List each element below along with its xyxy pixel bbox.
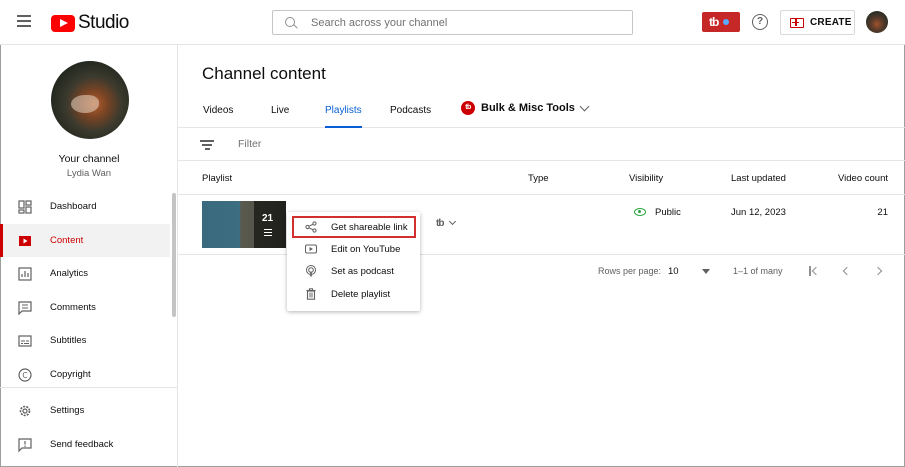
content-tabs: Videos Live Playlists Podcasts tb Bulk &…: [178, 98, 905, 128]
chevron-down-icon: [579, 101, 590, 112]
sidebar-item-send-feedback[interactable]: Send feedback: [0, 428, 170, 461]
first-page-icon[interactable]: [809, 266, 819, 276]
svg-text:C: C: [22, 370, 27, 379]
chevron-down-icon[interactable]: [448, 217, 457, 226]
menu-icon[interactable]: [17, 15, 31, 27]
comments-icon: [18, 300, 32, 315]
playlist-icon: [264, 229, 276, 237]
share-icon: [305, 221, 317, 233]
studio-logo[interactable]: Studio: [51, 12, 129, 34]
settings-icon: [19, 405, 31, 416]
filter-icon[interactable]: [200, 140, 214, 150]
copyright-icon: C: [18, 367, 32, 382]
search-icon: [285, 16, 297, 29]
tab-playlists[interactable]: Playlists: [325, 105, 362, 128]
channel-user-name: Lydia Wan: [66, 168, 112, 179]
playlist-thumbnail[interactable]: 21: [202, 201, 286, 248]
youtube-icon: [305, 244, 317, 254]
youtube-logo-icon: [51, 14, 75, 32]
search-box[interactable]: [272, 10, 633, 35]
top-header: Studio tb ? CREATE: [0, 0, 905, 45]
sidebar-divider: [0, 387, 178, 388]
create-video-icon: [790, 17, 804, 28]
column-video-count: Video count: [838, 173, 889, 184]
page-range: 1–1 of many: [733, 266, 783, 276]
menu-item-label: Get shareable link: [331, 221, 408, 233]
tab-videos[interactable]: Videos: [203, 105, 233, 128]
bulk-tools-label: Bulk & Misc Tools: [481, 102, 575, 114]
tubebuddy-row-icon[interactable]: tb: [436, 218, 445, 229]
menu-item-label: Set as podcast: [331, 265, 394, 277]
sidebar: Your channel Lydia Wan Dashboard Content…: [0, 45, 178, 467]
menu-item-label: Edit on YouTube: [331, 243, 401, 255]
page-title: Channel content: [202, 64, 326, 83]
tab-live[interactable]: Live: [271, 105, 289, 128]
subtitles-icon: [18, 334, 32, 347]
video-count-value: 21: [877, 207, 888, 218]
sidebar-item-label: Copyright: [50, 369, 91, 380]
column-type: Type: [528, 173, 549, 184]
sidebar-item-content[interactable]: Content: [0, 224, 170, 257]
your-channel-label: Your channel: [58, 153, 120, 165]
content-icon: [19, 235, 31, 246]
tab-podcasts[interactable]: Podcasts: [390, 105, 431, 128]
podcast-icon: [306, 265, 316, 277]
rows-per-page-label: Rows per page:: [598, 266, 662, 276]
table-header: Playlist Type Visibility Last updated Vi…: [178, 161, 905, 195]
help-icon[interactable]: ?: [752, 14, 768, 30]
sidebar-item-label: Comments: [50, 302, 96, 313]
tubebuddy-button[interactable]: tb: [702, 12, 740, 32]
sidebar-scrollbar[interactable]: [172, 193, 176, 317]
sidebar-item-subtitles[interactable]: Subtitles: [0, 324, 170, 357]
menu-item-set-as-podcast[interactable]: Set as podcast: [287, 260, 420, 282]
logo-text: Studio: [78, 12, 129, 33]
last-updated-value: Jun 12, 2023: [731, 207, 786, 218]
caret-down-icon[interactable]: [702, 269, 710, 274]
next-page-icon[interactable]: [873, 266, 883, 276]
feedback-icon: [18, 437, 32, 452]
sidebar-item-analytics[interactable]: Analytics: [0, 257, 170, 290]
visibility-value: Public: [655, 207, 681, 218]
sidebar-item-label: Analytics: [50, 268, 89, 279]
tubebuddy-icon: tb: [461, 101, 475, 115]
sidebar-item-settings[interactable]: Settings: [0, 394, 170, 427]
create-button[interactable]: CREATE: [780, 10, 855, 35]
tubebuddy-icon: tb: [709, 15, 719, 29]
rows-per-page-select[interactable]: 10: [668, 266, 679, 277]
column-playlist: Playlist: [202, 173, 233, 184]
menu-item-delete-playlist[interactable]: Delete playlist: [287, 283, 420, 305]
menu-item-edit-on-youtube[interactable]: Edit on YouTube: [287, 238, 420, 260]
sidebar-item-label: Content: [50, 235, 84, 246]
eye-icon: [634, 208, 646, 216]
sidebar-item-label: Send feedback: [50, 439, 114, 450]
thumbnail-video-count: 21: [262, 213, 274, 224]
previous-page-icon[interactable]: [842, 266, 852, 276]
menu-item-get-shareable-link[interactable]: Get shareable link: [292, 216, 416, 238]
trash-icon: [306, 288, 316, 300]
sidebar-item-label: Settings: [50, 405, 85, 416]
filter-input[interactable]: Filter: [238, 138, 261, 150]
menu-item-label: Delete playlist: [331, 288, 391, 300]
playlist-options-menu: Get shareable link Edit on YouTube Set a…: [287, 212, 420, 311]
notification-dot: [723, 19, 730, 25]
sidebar-item-dashboard[interactable]: Dashboard: [0, 190, 170, 223]
analytics-icon: [18, 266, 32, 281]
column-last-updated[interactable]: Last updated: [731, 173, 786, 184]
sidebar-item-label: Dashboard: [50, 201, 97, 212]
sidebar-item-label: Subtitles: [50, 335, 87, 346]
filter-bar[interactable]: Filter: [178, 128, 905, 161]
sidebar-item-comments[interactable]: Comments: [0, 291, 170, 324]
search-input[interactable]: [311, 16, 611, 29]
column-visibility: Visibility: [629, 173, 664, 184]
channel-avatar[interactable]: [51, 61, 129, 139]
create-label: CREATE: [810, 17, 852, 28]
bulk-tools-dropdown[interactable]: tb Bulk & Misc Tools: [461, 101, 590, 115]
account-avatar[interactable]: [866, 11, 888, 33]
dashboard-icon: [18, 199, 32, 214]
thumbnail-overlay: [254, 201, 286, 248]
